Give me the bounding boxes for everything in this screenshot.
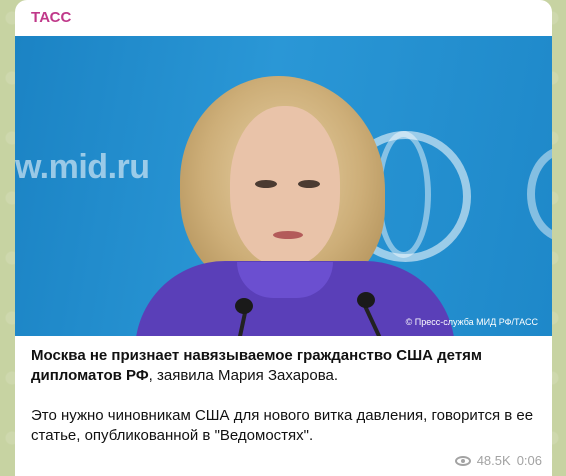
post-photo[interactable]: w.mid.ru © Пресс-служба МИД РФ/ТАСС — [15, 36, 552, 336]
channel-name[interactable]: ТАСС — [31, 9, 71, 26]
view-count: 48.5K — [476, 453, 511, 468]
post-time: 0:06 — [516, 453, 542, 468]
microphone-head-right — [357, 292, 375, 308]
photo-backdrop-url: w.mid.ru — [15, 148, 150, 186]
portrait-face — [230, 106, 340, 266]
headline-rest: , заявила Мария Захарова. — [148, 367, 339, 384]
portrait-eye-left — [255, 180, 277, 188]
portrait-mouth — [273, 231, 303, 239]
microphone-head-left — [235, 298, 253, 314]
post-text: Москва не признает навязываемое гражданс… — [31, 346, 546, 446]
message-bubble: ТАСС w.mid.ru © Пресс-служба МИД РФ/ТАСС… — [15, 0, 552, 476]
globe-emblem-right — [527, 146, 552, 242]
post-body: Это нужно чиновникам США для нового витк… — [31, 407, 534, 444]
photo-credit: © Пресс-служба МИД РФ/ТАСС — [405, 317, 538, 327]
post-meta: 48.5K 0:06 — [454, 453, 542, 468]
eye-icon — [454, 455, 471, 466]
headline: Москва не признает навязываемое гражданс… — [31, 346, 546, 386]
portrait-eye-right — [298, 180, 320, 188]
